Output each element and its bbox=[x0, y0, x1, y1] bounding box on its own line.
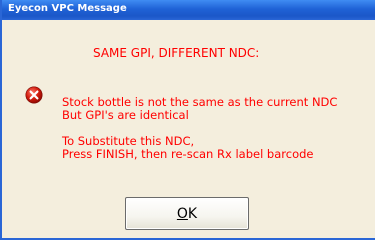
title-bar[interactable]: Eyecon VPC Message bbox=[2, 0, 375, 20]
error-icon bbox=[25, 86, 43, 104]
ok-button-mnemonic: O bbox=[176, 205, 188, 222]
message-line-2: But GPI's are identical bbox=[62, 108, 189, 122]
window-title: Eyecon VPC Message bbox=[8, 3, 127, 14]
message-line-1: Stock bottle is not the same as the curr… bbox=[62, 95, 338, 109]
message-line-4: Press FINISH, then re-scan Rx label barc… bbox=[62, 147, 314, 161]
ok-button-rest: K bbox=[187, 205, 198, 222]
ok-button[interactable]: OK bbox=[125, 197, 249, 230]
ok-button-label: OK bbox=[177, 206, 197, 222]
message-line-3: To Substitute this NDC, bbox=[62, 134, 195, 148]
message-heading: SAME GPI, DIFFERENT NDC: bbox=[93, 46, 260, 60]
